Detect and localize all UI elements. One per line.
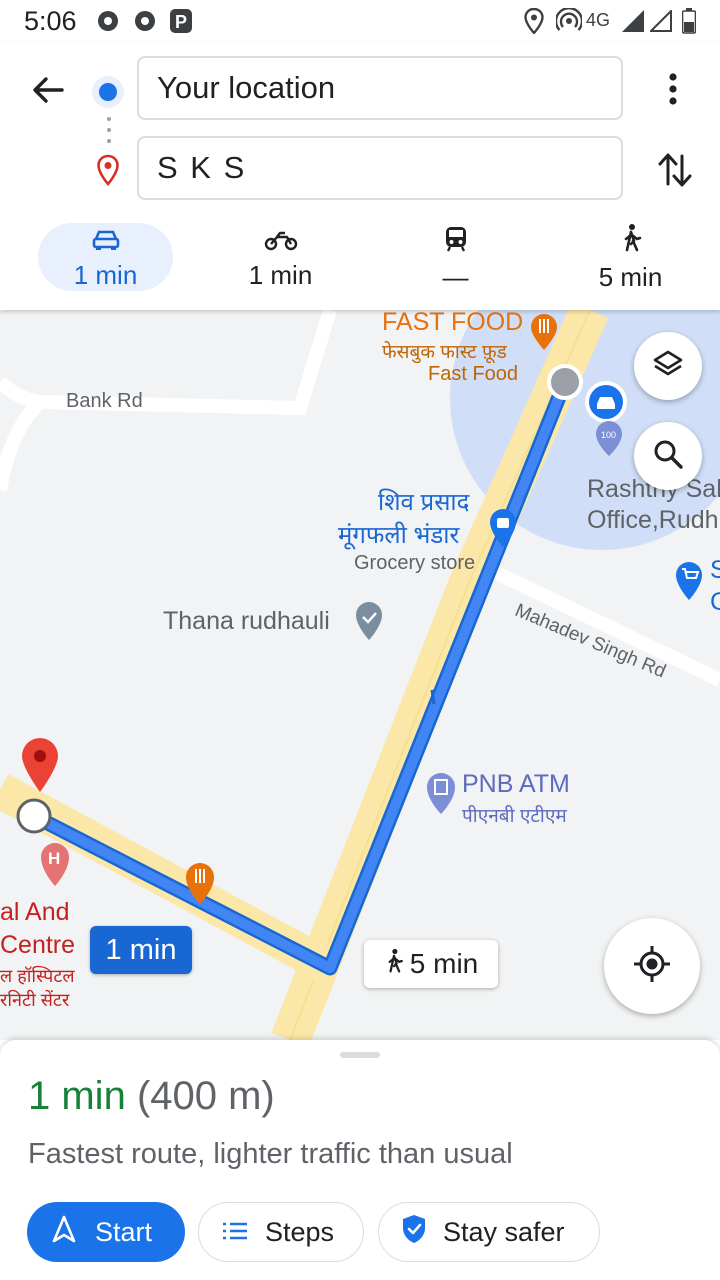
mode-transit-label: — xyxy=(442,262,469,292)
signal-icon xyxy=(622,10,646,37)
mode-transit-tab[interactable]: — xyxy=(388,223,523,292)
hotspot-icon xyxy=(554,7,584,39)
poi-label[interactable]: मूंगफली भंडार xyxy=(338,518,459,551)
destination-field[interactable]: S K S xyxy=(137,136,623,200)
mode-walk-label: 5 min xyxy=(598,262,663,292)
poi-label[interactable]: Thana rudhauli xyxy=(163,607,330,636)
start-button[interactable]: Start xyxy=(27,1202,185,1262)
poi-label[interactable]: al And xyxy=(0,898,70,927)
mode-motorbike-label: 1 min xyxy=(248,260,313,290)
shopping-cart-pin-icon[interactable] xyxy=(672,558,706,605)
network-type-label: 4G xyxy=(586,10,611,30)
swap-directions-icon[interactable] xyxy=(655,148,695,192)
destination-pin-icon xyxy=(96,154,120,191)
mode-drive-tab[interactable]: 1 min xyxy=(38,223,173,291)
origin-field[interactable]: Your location xyxy=(137,56,623,120)
parking-icon: P xyxy=(170,9,192,38)
poi-label[interactable]: FAST FOOD xyxy=(382,310,523,337)
route-dots-icon xyxy=(106,116,112,149)
poi-label: रनिटी सेंटर xyxy=(0,990,70,1010)
police-badge-icon: 100 xyxy=(594,420,624,461)
signal-empty-icon xyxy=(648,8,672,37)
svg-text:P: P xyxy=(175,12,187,32)
my-location-icon xyxy=(632,944,672,989)
map-view[interactable]: 100 H FAST FOOD फेसबुक फास्ट फ़ूड Fast F… xyxy=(0,310,720,1040)
svg-text:100: 100 xyxy=(601,430,616,440)
battery-icon xyxy=(681,8,697,39)
my-location-button[interactable] xyxy=(604,918,700,1014)
route-distance: (400 m) xyxy=(136,1074,275,1118)
drive-duration-callout[interactable]: 1 min xyxy=(90,926,192,974)
location-pin-icon xyxy=(524,7,544,39)
layers-button[interactable] xyxy=(634,332,702,400)
search-along-route-button[interactable] xyxy=(634,422,702,490)
poi-label: C xyxy=(710,588,720,616)
poi-category-label: Grocery store xyxy=(354,552,476,574)
origin-dot-icon xyxy=(91,75,125,114)
stay-safer-label: Stay safer xyxy=(443,1216,565,1247)
layers-icon xyxy=(652,348,684,385)
directions-header: Your location S K S 1 min 1 min — 5 min xyxy=(0,42,720,310)
shopping-bag-pin-icon[interactable] xyxy=(486,505,520,552)
hospital-pin-icon[interactable]: H xyxy=(38,840,72,891)
poi-category-label: Fast Food xyxy=(428,363,519,385)
status-bar: 5:06 P 4G xyxy=(0,0,720,42)
start-label: Start xyxy=(95,1216,153,1247)
mode-walk-tab[interactable]: 5 min xyxy=(563,223,698,292)
camera-shutter-icon xyxy=(133,9,157,38)
list-icon xyxy=(221,1217,249,1248)
poi-label[interactable]: शिव प्रसाद xyxy=(378,485,469,518)
steps-button[interactable]: Steps xyxy=(198,1202,364,1262)
shield-check-icon xyxy=(401,1214,427,1251)
walk-duration-callout[interactable]: 5 min xyxy=(364,940,498,988)
walk-callout-label: 5 min xyxy=(409,948,479,979)
status-time: 5:06 xyxy=(24,6,77,36)
route-headline: 1 min (400 m) xyxy=(28,1074,275,1119)
route-summary: Fastest route, lighter traffic than usua… xyxy=(28,1138,513,1170)
restaurant-pin-icon[interactable] xyxy=(527,310,561,355)
steps-label: Steps xyxy=(265,1216,335,1247)
poi-label[interactable]: PNB ATM xyxy=(462,770,570,799)
train-icon xyxy=(444,227,468,259)
police-station-pin-icon[interactable] xyxy=(354,600,384,645)
more-options-icon[interactable] xyxy=(652,66,694,114)
svg-text:H: H xyxy=(48,849,60,868)
mode-drive-label: 1 min xyxy=(73,260,138,290)
atm-pin-icon[interactable] xyxy=(425,770,457,819)
poi-label: पीएनबी एटीएम xyxy=(462,806,567,827)
motorbike-icon xyxy=(264,227,298,257)
route-summary-sheet[interactable]: 1 min (400 m) Fastest route, lighter tra… xyxy=(0,1040,720,1280)
search-icon xyxy=(652,438,684,475)
route-duration: 1 min xyxy=(28,1074,126,1118)
navigation-arrow-icon xyxy=(51,1215,77,1250)
car-icon xyxy=(92,227,120,257)
road-label: Bank Rd xyxy=(66,390,143,412)
poi-label: S xyxy=(710,556,720,584)
walking-icon xyxy=(384,948,404,981)
poi-label: फेसबुक फास्ट फ़ूड xyxy=(382,342,507,363)
back-button[interactable] xyxy=(28,70,68,110)
poi-label: ल हॉस्पिटल xyxy=(0,966,75,986)
restaurant-pin-icon[interactable] xyxy=(183,860,217,909)
stay-safer-button[interactable]: Stay safer xyxy=(378,1202,600,1262)
mode-motorbike-tab[interactable]: 1 min xyxy=(213,223,348,291)
sheet-drag-handle[interactable] xyxy=(340,1052,380,1058)
walking-icon xyxy=(620,224,642,259)
poi-label[interactable]: Centre xyxy=(0,931,75,960)
camera-shutter-icon xyxy=(96,9,120,38)
poi-label: Office,Rudh xyxy=(587,506,719,534)
